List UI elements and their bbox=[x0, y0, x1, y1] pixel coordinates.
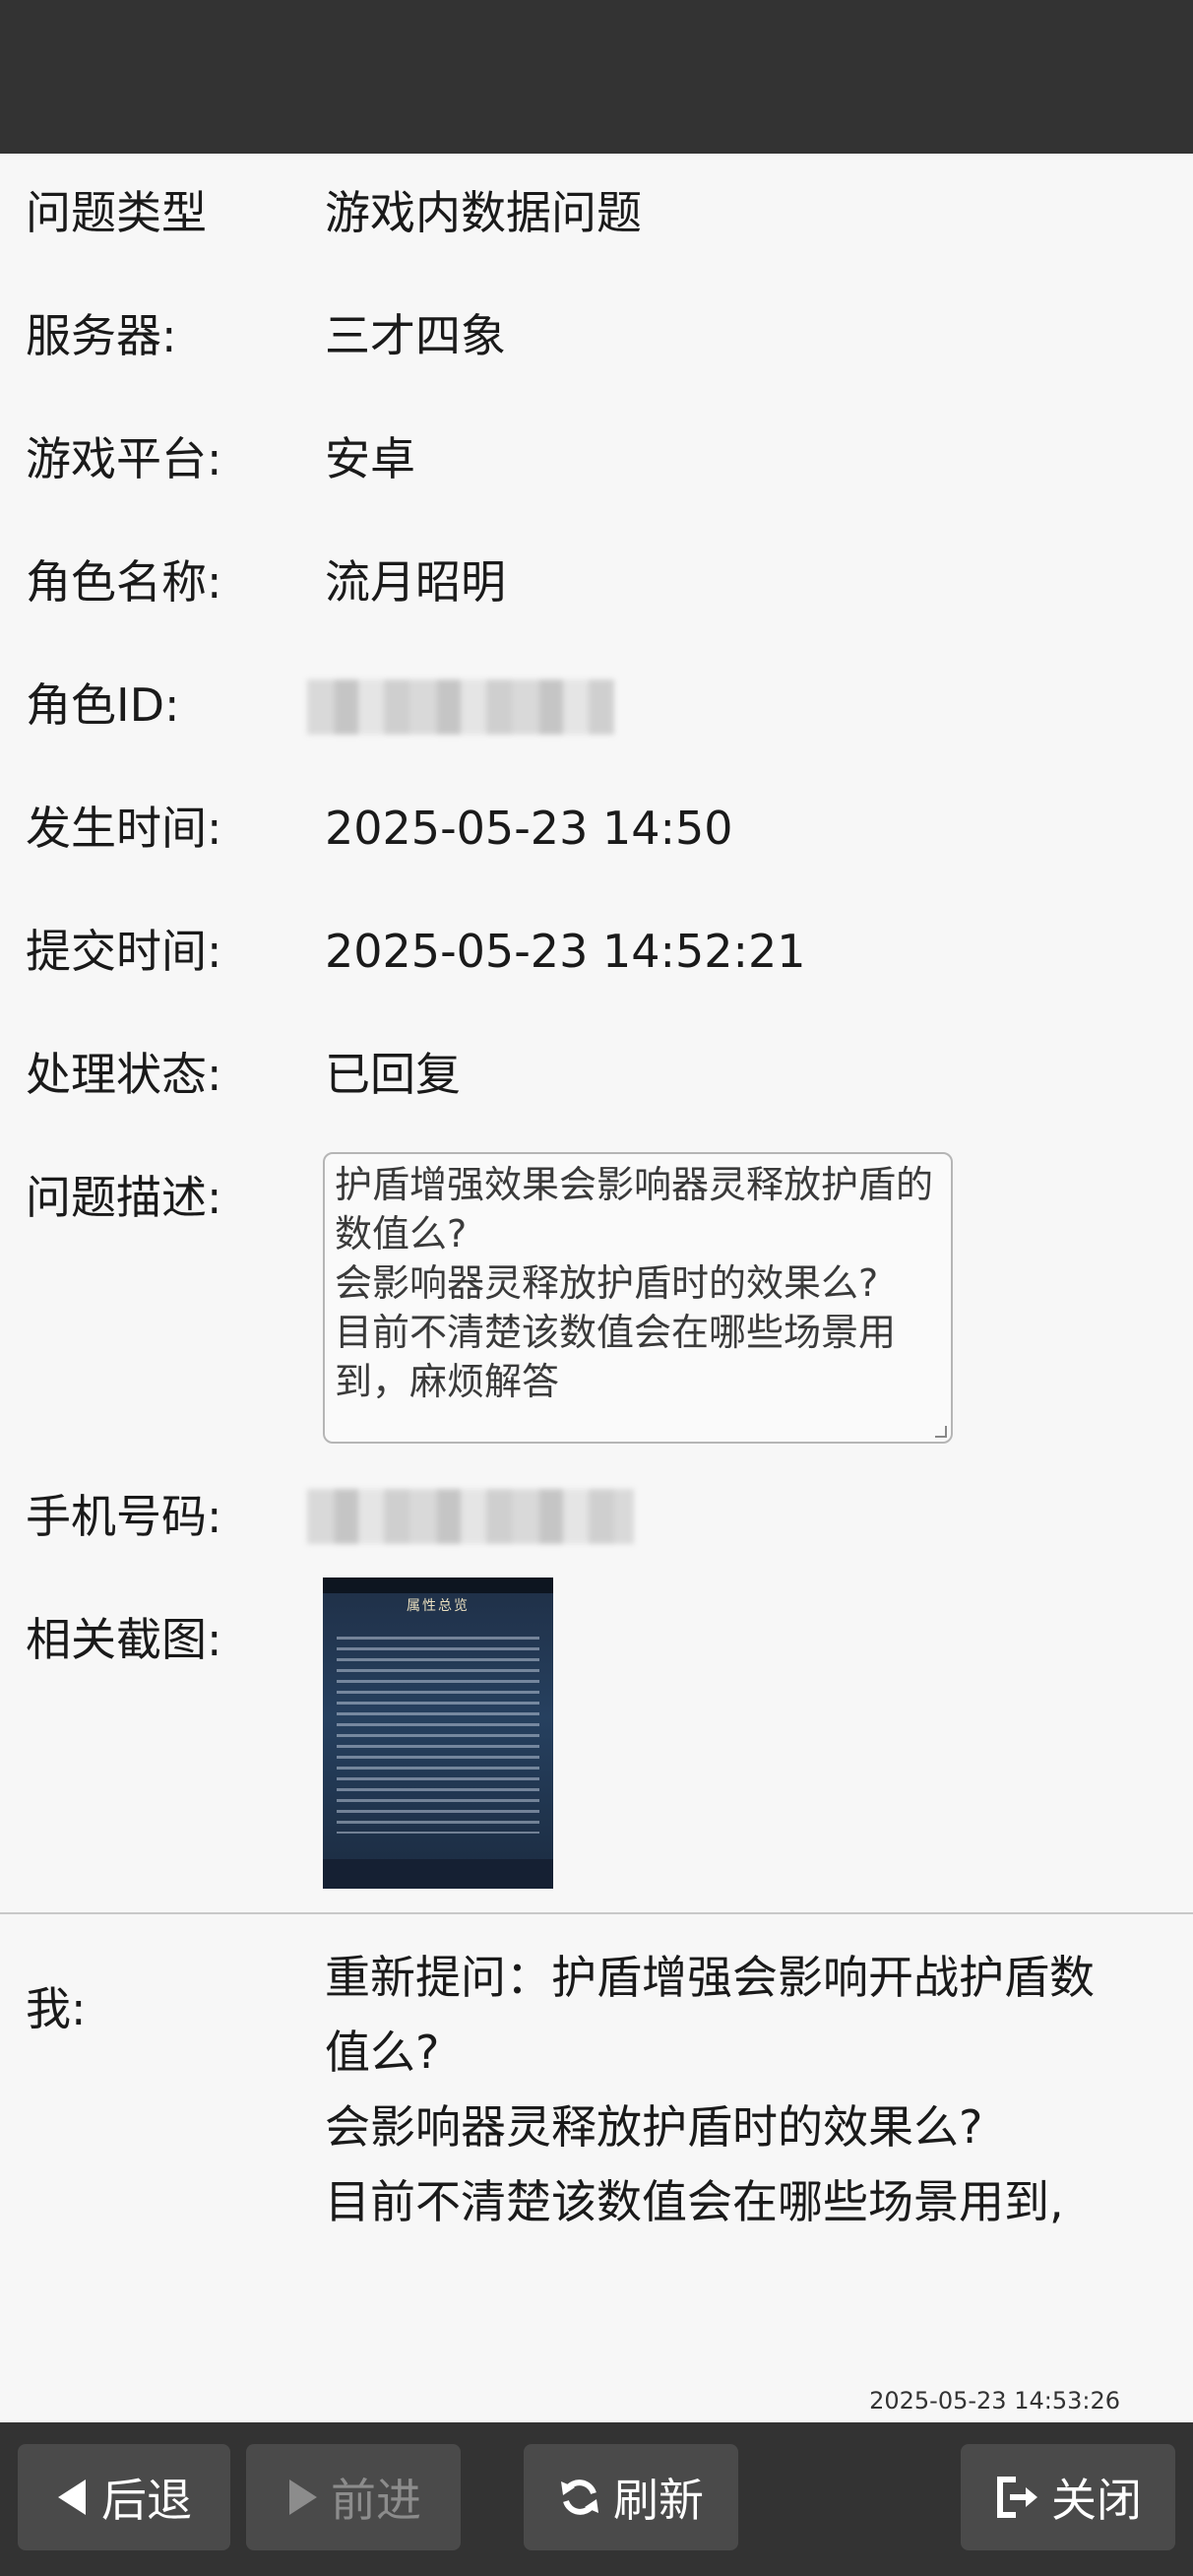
reply-timestamp: 2025-05-23 14:53:26 bbox=[869, 2387, 1120, 2415]
reply-sender: 我: bbox=[26, 1982, 87, 2035]
thumbnail-stats bbox=[337, 1637, 539, 1834]
back-arrow-icon bbox=[58, 2479, 86, 2515]
field-label: 问题描述: bbox=[26, 1171, 222, 1224]
field-value: 安卓 bbox=[325, 432, 415, 485]
field-label: 服务器: bbox=[26, 309, 177, 362]
resize-handle-icon[interactable] bbox=[935, 1426, 947, 1438]
field-label: 游戏平台: bbox=[26, 432, 222, 485]
field-submit-time: 提交时间: 2025-05-23 14:52:21 bbox=[0, 912, 1193, 991]
refresh-label: 刷新 bbox=[613, 2474, 704, 2527]
field-label: 处理状态: bbox=[26, 1048, 222, 1101]
top-status-bar bbox=[0, 0, 1193, 154]
forward-label: 前进 bbox=[331, 2474, 421, 2527]
field-status: 处理状态: 已回复 bbox=[0, 1035, 1193, 1114]
close-label: 关闭 bbox=[1051, 2474, 1142, 2527]
description-text: 护盾增强效果会影响器灵释放护盾的数值么? 会影响器灵释放护盾时的效果么? 目前不… bbox=[335, 1163, 934, 1403]
screenshot-thumbnail[interactable]: 属性总览 bbox=[323, 1578, 553, 1889]
field-value: 2025-05-23 14:50 bbox=[325, 802, 733, 855]
field-question-type: 问题类型 游戏内数据问题 bbox=[0, 173, 1193, 252]
divider bbox=[0, 1912, 1193, 1914]
back-label: 后退 bbox=[101, 2474, 192, 2527]
forward-arrow-icon bbox=[289, 2479, 317, 2515]
field-server: 服务器: 三才四象 bbox=[0, 296, 1193, 375]
field-label: 手机号码: bbox=[26, 1490, 222, 1543]
field-character-name: 角色名称: 流月昭明 bbox=[0, 543, 1193, 621]
thumbnail-footer bbox=[323, 1859, 553, 1889]
forward-button[interactable]: 前进 bbox=[246, 2444, 461, 2550]
field-label: 提交时间: bbox=[26, 925, 222, 978]
field-label: 角色名称: bbox=[26, 555, 222, 609]
field-value: 2025-05-23 14:52:21 bbox=[325, 925, 806, 978]
reply-message: 重新提问：护盾增强会影响开战护盾数值么? 会影响器灵释放护盾时的效果么? 目前不… bbox=[325, 1951, 1095, 2228]
redacted-phone bbox=[307, 1489, 634, 1544]
bottom-toolbar: 后退 前进 刷新 关闭 bbox=[0, 2422, 1193, 2576]
field-value: 游戏内数据问题 bbox=[325, 186, 642, 239]
field-screenshot: 相关截图: bbox=[0, 1600, 1193, 1679]
field-platform: 游戏平台: 安卓 bbox=[0, 419, 1193, 498]
thumbnail-title: 属性总览 bbox=[407, 1598, 470, 1614]
field-value: 已回复 bbox=[325, 1048, 461, 1101]
refresh-button[interactable]: 刷新 bbox=[524, 2444, 738, 2550]
field-label: 角色ID: bbox=[26, 678, 180, 732]
field-value: 流月昭明 bbox=[325, 555, 506, 609]
field-occur-time: 发生时间: 2025-05-23 14:50 bbox=[0, 789, 1193, 868]
close-button[interactable]: 关闭 bbox=[961, 2444, 1175, 2550]
description-textarea[interactable]: 护盾增强效果会影响器灵释放护盾的数值么? 会影响器灵释放护盾时的效果么? 目前不… bbox=[323, 1152, 953, 1444]
field-label: 发生时间: bbox=[26, 802, 222, 855]
thumbnail-header bbox=[323, 1578, 553, 1593]
refresh-icon bbox=[561, 2479, 598, 2515]
exit-icon bbox=[997, 2477, 1037, 2518]
field-label: 问题类型 bbox=[26, 186, 207, 239]
back-button[interactable]: 后退 bbox=[18, 2444, 230, 2550]
field-value: 三才四象 bbox=[325, 309, 506, 362]
redacted-character-id bbox=[307, 679, 614, 735]
field-label: 相关截图: bbox=[26, 1613, 222, 1666]
